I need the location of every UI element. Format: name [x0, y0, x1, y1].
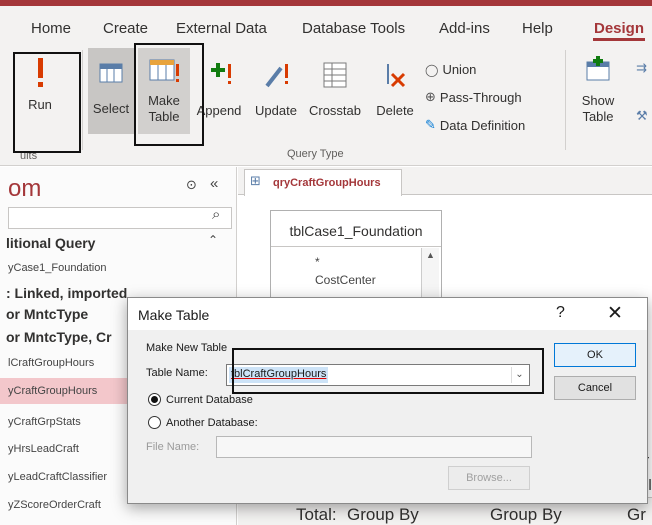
close-button[interactable]: ✕ — [607, 302, 623, 325]
pass-through-command[interactable]: ⊕ Pass-Through — [425, 89, 522, 105]
union-icon: ◯ — [425, 62, 439, 77]
run-highlight-box — [13, 52, 81, 153]
tab-external-data[interactable]: External Data — [176, 20, 267, 37]
select-query-icon — [99, 63, 123, 83]
tab-add-ins[interactable]: Add-ins — [439, 20, 490, 37]
delete-button[interactable]: Delete — [370, 60, 420, 119]
nav-group-header[interactable]: litional Query — [6, 235, 95, 251]
nav-group-header[interactable]: or MntcType, Cr — [6, 329, 112, 345]
grid-cell[interactable]: Group By — [347, 505, 419, 525]
scroll-up-icon[interactable]: ▲ — [426, 250, 435, 260]
crosstab-grid-icon — [323, 62, 347, 88]
append-icon — [211, 63, 231, 84]
dialog-title-bar[interactable]: Make Table ? ✕ — [128, 298, 647, 330]
browse-button[interactable]: Browse... — [448, 466, 530, 490]
make-table-dialog: Make Table ? ✕ Make New Table Table Name… — [127, 297, 648, 504]
tab-database-tools[interactable]: Database Tools — [302, 20, 405, 37]
nav-item[interactable]: yZScoreOrderCraft — [8, 499, 101, 511]
field-item[interactable]: CostCenter — [315, 273, 376, 287]
active-tab-indicator — [593, 38, 645, 41]
field-list-title: tblCase1_Foundation — [271, 211, 441, 247]
show-table-button[interactable]: Show Table — [572, 56, 624, 125]
tab-help[interactable]: Help — [522, 20, 553, 37]
nav-item[interactable]: yCase1_Foundation — [8, 262, 106, 274]
grid-cell[interactable]: Gr — [627, 505, 646, 525]
table-name-label: Table Name: — [146, 367, 208, 379]
nav-dropdown-icon[interactable]: ⊙ — [186, 177, 197, 193]
tab-query-document[interactable]: qryCraftGroupHours — [244, 169, 402, 196]
current-database-label: Current Database — [166, 394, 253, 406]
tab-home[interactable]: Home — [31, 20, 71, 37]
nav-pane-title: om — [8, 175, 42, 202]
nav-search-input[interactable] — [8, 207, 232, 229]
nav-group-header[interactable]: or MntcType — [6, 306, 88, 322]
delete-x-icon — [387, 64, 406, 88]
file-name-input[interactable] — [216, 436, 532, 458]
grid-cell[interactable]: Group By — [490, 505, 562, 525]
ok-button[interactable]: OK — [554, 343, 636, 367]
update-button[interactable]: Update — [250, 60, 302, 119]
nav-item[interactable]: yHrsLeadCraft — [8, 443, 79, 455]
dialog-title: Make Table — [138, 307, 210, 323]
nav-item[interactable]: yLeadCraftClassifier — [8, 471, 107, 483]
update-pencil-icon — [265, 64, 288, 88]
nav-item[interactable]: yCraftGrpStats — [8, 416, 81, 428]
current-database-radio[interactable] — [148, 393, 161, 406]
select-button[interactable]: Select — [88, 48, 134, 134]
query-type-group-label: Query Type — [287, 148, 344, 160]
data-definition-command[interactable]: ✎ Data Definition — [425, 117, 525, 133]
builder-icon[interactable]: ⚒ — [636, 108, 648, 124]
another-database-label: Another Database: — [166, 417, 258, 429]
file-name-label: File Name: — [146, 441, 200, 453]
help-button[interactable]: ? — [556, 304, 565, 322]
ribbon-separator — [82, 50, 83, 150]
query-icon: ⊞ — [250, 173, 261, 188]
tab-create[interactable]: Create — [103, 20, 148, 37]
collapse-group-icon[interactable]: ⌃ — [208, 233, 218, 247]
nav-item[interactable]: lCraftGroupHours — [8, 357, 94, 369]
tab-design[interactable]: Design — [594, 20, 644, 37]
make-new-table-label: Make New Table — [146, 342, 228, 354]
show-table-icon — [586, 56, 610, 81]
ribbon: Run ults Select Make Table Append Update… — [0, 42, 652, 166]
total-row-label: Total: — [296, 505, 337, 524]
insert-rows-icon[interactable]: ⇉ — [636, 60, 647, 76]
nav-item-selected[interactable]: yCraftGroupHours — [0, 378, 130, 404]
ribbon-separator — [565, 50, 566, 150]
another-database-radio[interactable] — [148, 416, 161, 429]
data-definition-icon: ✎ — [425, 117, 436, 132]
globe-icon: ⊕ — [425, 89, 436, 104]
table-name-highlight-box — [232, 348, 544, 394]
make-table-highlight-box — [134, 43, 204, 146]
search-icon[interactable]: ⌕ — [212, 206, 220, 223]
collapse-pane-icon[interactable]: « — [210, 175, 218, 192]
field-item[interactable]: * — [315, 255, 320, 269]
nav-group-header[interactable]: : Linked, imported — [6, 285, 127, 301]
crosstab-button[interactable]: Crosstab — [305, 60, 365, 119]
ribbon-tabs: Home Create External Data Database Tools… — [0, 6, 652, 42]
union-command[interactable]: ◯ Union — [425, 62, 476, 77]
cancel-button[interactable]: Cancel — [554, 376, 636, 400]
